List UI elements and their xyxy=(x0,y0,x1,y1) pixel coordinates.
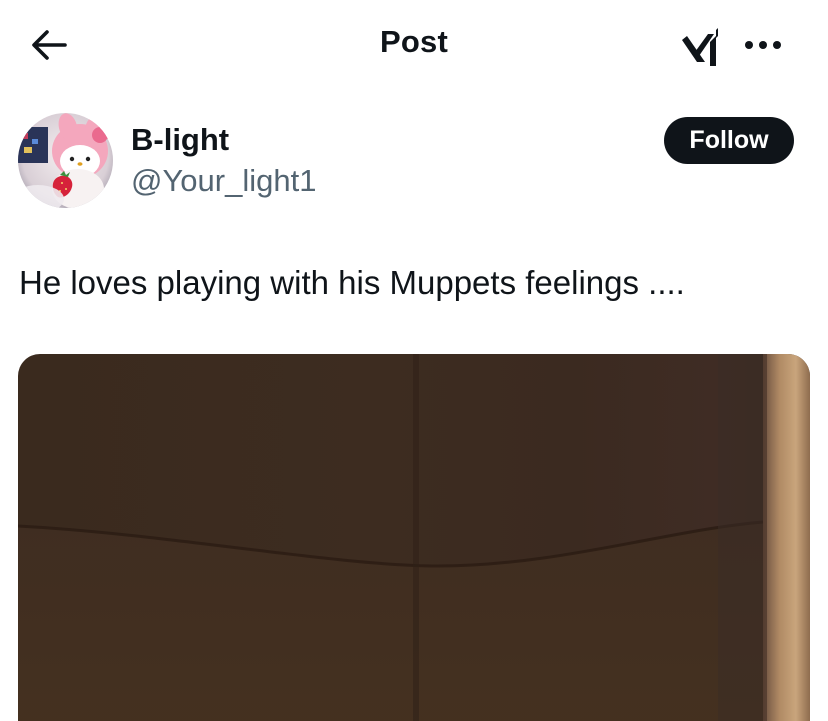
grok-button[interactable] xyxy=(676,22,726,70)
post-screen: Post B-light @Your_light1 Follow He love… xyxy=(0,0,828,721)
more-horizontal-icon xyxy=(745,41,781,49)
tweet-media-image[interactable] xyxy=(18,354,810,721)
follow-button[interactable]: Follow xyxy=(664,117,794,164)
author-display-name[interactable]: B-light xyxy=(131,122,229,158)
author-row: B-light @Your_light1 Follow xyxy=(0,108,828,218)
more-button[interactable] xyxy=(740,28,786,62)
grok-icon xyxy=(682,28,718,66)
top-bar: Post xyxy=(0,0,828,90)
avatar-image xyxy=(18,113,113,208)
avatar[interactable] xyxy=(18,113,113,208)
author-handle[interactable]: @Your_light1 xyxy=(131,163,316,199)
media-photo xyxy=(18,354,810,721)
tweet-text: He loves playing with his Muppets feelin… xyxy=(19,264,685,301)
